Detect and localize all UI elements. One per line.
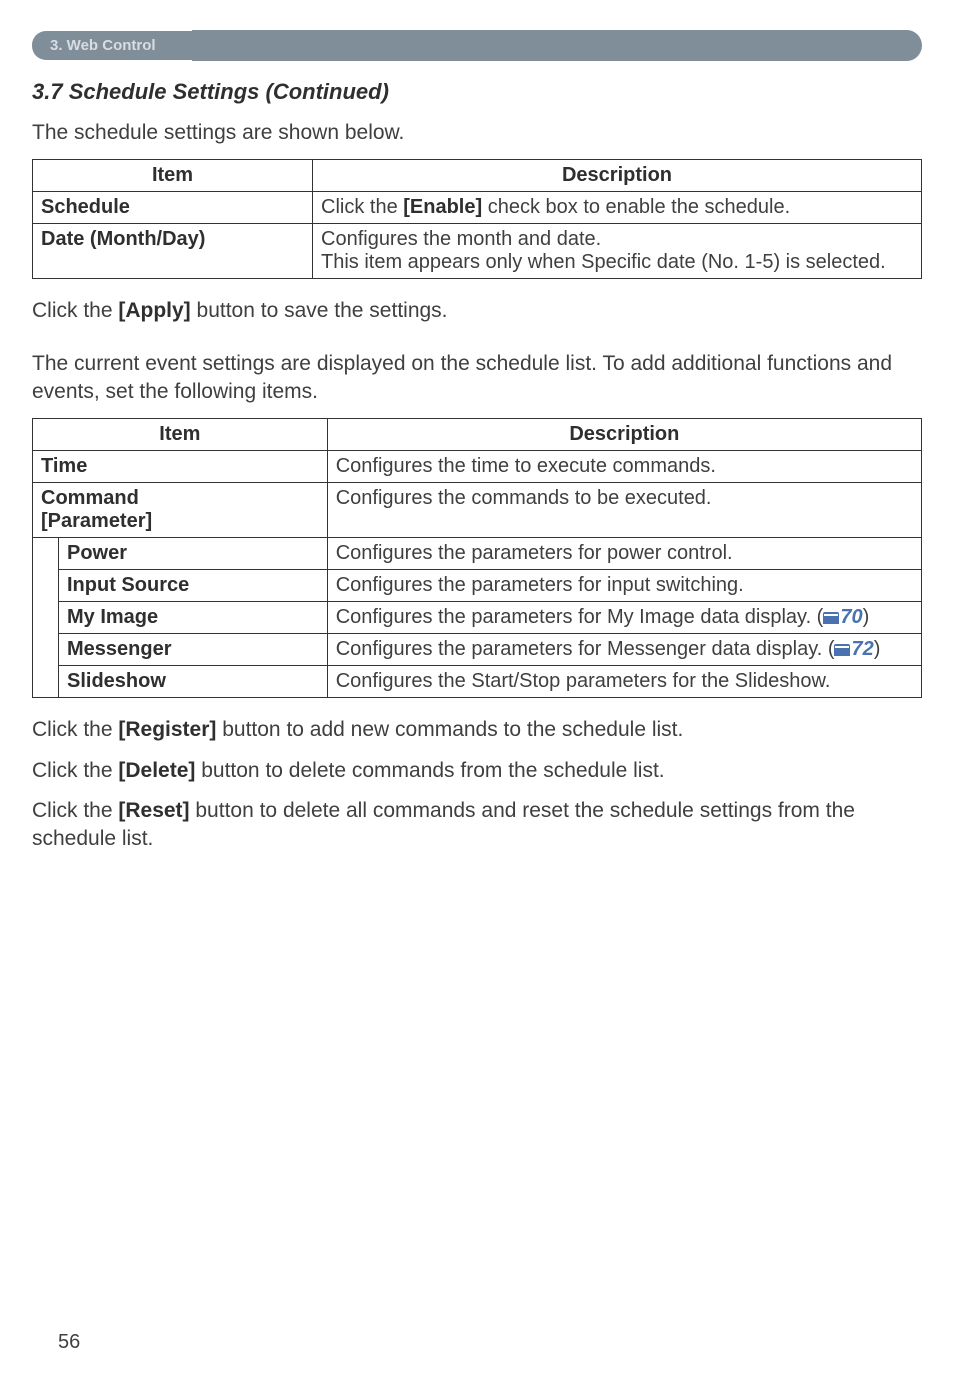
column-header-description: Description xyxy=(313,160,922,192)
reset-text: Click the [Reset] button to delete all c… xyxy=(32,797,922,854)
bold-register: [Register] xyxy=(118,718,216,741)
text-fragment: Click the xyxy=(32,299,118,322)
intro-text-1: The schedule settings are shown below. xyxy=(32,119,922,147)
row-desc-power: Configures the parameters for power cont… xyxy=(327,538,921,570)
table-row: My Image Configures the parameters for M… xyxy=(33,602,922,634)
row-desc-myimage: Configures the parameters for My Image d… xyxy=(327,602,921,634)
delete-text: Click the [Delete] button to delete comm… xyxy=(32,757,922,785)
row-label-power: Power xyxy=(59,538,328,570)
table-row: Power Configures the parameters for powe… xyxy=(33,538,922,570)
breadcrumb-bar: 3. Web Control xyxy=(32,30,922,61)
column-header-description: Description xyxy=(327,419,921,451)
table-row: Slideshow Configures the Start/Stop para… xyxy=(33,666,922,698)
page-ref: 70 xyxy=(840,606,862,628)
text-fragment: Click the xyxy=(321,196,403,218)
table-row: Time Configures the time to execute comm… xyxy=(33,451,922,483)
text-fragment: Click the xyxy=(32,759,118,782)
row-label-messenger: Messenger xyxy=(59,634,328,666)
schedule-table: Item Description Schedule Click the [Ena… xyxy=(32,159,922,279)
page-number: 56 xyxy=(58,1331,80,1354)
text-line: Configures the month and date. xyxy=(321,228,913,251)
row-label-date: Date (Month/Day) xyxy=(33,224,313,279)
table-header-row: Item Description xyxy=(33,419,922,451)
text-fragment: button to delete commands from the sched… xyxy=(195,759,664,782)
bold-apply: [Apply] xyxy=(118,299,190,322)
row-label-slideshow: Slideshow xyxy=(59,666,328,698)
bold-enable: [Enable] xyxy=(403,196,482,218)
indent-cell xyxy=(33,538,59,698)
bold-reset: [Reset] xyxy=(118,799,189,822)
column-header-item: Item xyxy=(33,160,313,192)
text-line: Command xyxy=(41,487,319,510)
text-fragment: button to save the settings. xyxy=(191,299,448,322)
row-desc-slideshow: Configures the Start/Stop parameters for… xyxy=(327,666,921,698)
text-fragment: Click the xyxy=(32,799,118,822)
apply-text: Click the [Apply] button to save the set… xyxy=(32,297,922,325)
section-title: 3.7 Schedule Settings (Continued) xyxy=(32,79,922,105)
row-desc-schedule: Click the [Enable] check box to enable t… xyxy=(313,192,922,224)
page-ref: 72 xyxy=(851,638,873,660)
intro-text-2: The current event settings are displayed… xyxy=(32,350,922,407)
table-row: Schedule Click the [Enable] check box to… xyxy=(33,192,922,224)
text-line: This item appears only when Specific dat… xyxy=(321,251,913,274)
book-icon xyxy=(823,612,839,624)
page-content: 3.7 Schedule Settings (Continued) The sc… xyxy=(0,79,954,854)
row-desc-command: Configures the commands to be executed. xyxy=(327,483,921,538)
text-fragment: Click the xyxy=(32,718,118,741)
book-icon xyxy=(834,644,850,656)
text-fragment: ) xyxy=(863,606,870,628)
event-table: Item Description Time Configures the tim… xyxy=(32,418,922,698)
register-text: Click the [Register] button to add new c… xyxy=(32,716,922,744)
row-label-schedule: Schedule xyxy=(33,192,313,224)
table-row: Input Source Configures the parameters f… xyxy=(33,570,922,602)
bold-delete: [Delete] xyxy=(118,759,195,782)
column-header-item: Item xyxy=(33,419,328,451)
row-label-command: Command [Parameter] xyxy=(33,483,328,538)
text-fragment: check box to enable the schedule. xyxy=(482,196,790,218)
table-header-row: Item Description xyxy=(33,160,922,192)
row-desc-date: Configures the month and date. This item… xyxy=(313,224,922,279)
text-fragment: Configures the parameters for My Image d… xyxy=(336,606,824,628)
row-desc-time: Configures the time to execute commands. xyxy=(327,451,921,483)
table-row: Messenger Configures the parameters for … xyxy=(33,634,922,666)
text-fragment: ) xyxy=(874,638,881,660)
breadcrumb: 3. Web Control xyxy=(32,31,192,60)
row-label-input: Input Source xyxy=(59,570,328,602)
row-label-time: Time xyxy=(33,451,328,483)
row-desc-input: Configures the parameters for input swit… xyxy=(327,570,921,602)
breadcrumb-tail xyxy=(192,30,922,61)
row-label-myimage: My Image xyxy=(59,602,328,634)
text-fragment: Configures the parameters for Messenger … xyxy=(336,638,835,660)
table-row: Command [Parameter] Configures the comma… xyxy=(33,483,922,538)
text-line: [Parameter] xyxy=(41,510,319,533)
table-row: Date (Month/Day) Configures the month an… xyxy=(33,224,922,279)
text-fragment: button to add new commands to the schedu… xyxy=(216,718,683,741)
row-desc-messenger: Configures the parameters for Messenger … xyxy=(327,634,921,666)
